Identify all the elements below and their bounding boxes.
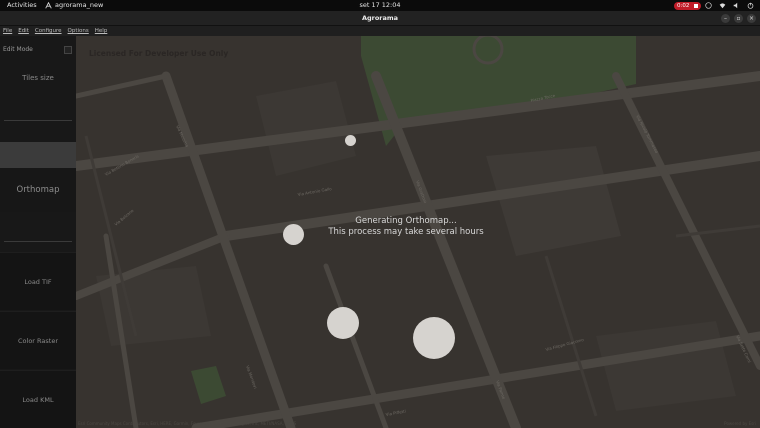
menu-help[interactable]: Help: [95, 26, 108, 36]
window-title: Agrorama: [361, 14, 399, 22]
load-kml-button[interactable]: Load KML: [0, 370, 76, 428]
loading-dot: [327, 307, 359, 339]
recording-time: 0:02: [677, 2, 690, 9]
volume-icon: [733, 2, 738, 9]
close-icon: ×: [748, 15, 755, 22]
tiles-size-label: Tiles size: [22, 74, 54, 82]
sidebar-divider: [4, 241, 72, 242]
maximize-icon: ▫: [736, 15, 741, 22]
tiles-size-selector[interactable]: [0, 142, 76, 168]
minimize-button[interactable]: –: [721, 14, 730, 23]
map-view[interactable]: Via Antonio Gallo Via Messina Piazza Toc…: [76, 36, 760, 428]
status-line-2: This process may take several hours: [328, 227, 484, 237]
loading-dot: [413, 317, 455, 359]
menu-configure[interactable]: Configure: [35, 26, 62, 36]
power-icon: [747, 2, 754, 9]
edit-mode-label: Edit Mode: [3, 46, 33, 53]
loading-dot: [345, 135, 356, 146]
menu-bar: File Edit Configure Options Help: [0, 26, 760, 36]
menu-options[interactable]: Options: [68, 26, 89, 36]
color-raster-button[interactable]: Color Raster: [0, 311, 76, 369]
screen-recording-indicator[interactable]: 0:02: [674, 1, 701, 10]
edit-mode-checkbox[interactable]: [64, 46, 72, 54]
sidebar: Edit Mode Tiles size Orthomap Load TIF C…: [0, 36, 76, 428]
menu-edit[interactable]: Edit: [18, 26, 29, 36]
system-tray[interactable]: [705, 0, 754, 11]
accessibility-icon: [705, 2, 712, 9]
maximize-button[interactable]: ▫: [734, 14, 743, 23]
clock[interactable]: set 17 12:04: [0, 0, 760, 11]
close-button[interactable]: ×: [747, 14, 756, 23]
minimize-icon: –: [724, 15, 727, 22]
status-line-1: Generating Orthomap...: [355, 216, 457, 226]
load-tif-button[interactable]: Load TIF: [0, 252, 76, 310]
powered-by[interactable]: Powered by Esri: [724, 421, 756, 426]
progress-message: Generating Orthomap... This process may …: [256, 216, 556, 238]
stop-icon: [694, 3, 698, 8]
menu-file[interactable]: File: [3, 26, 12, 36]
window-title-bar[interactable]: Agrorama – ▫ ×: [0, 11, 760, 26]
tiles-size-slider[interactable]: [4, 120, 72, 121]
system-top-bar: Activities agrorama_new set 17 12:04 0:0…: [0, 0, 760, 11]
license-watermark: Licensed For Developer Use Only: [89, 49, 229, 58]
map-attribution: Esri Community Maps Contributors, Esri, …: [78, 421, 297, 426]
orthomap-button[interactable]: Orthomap: [0, 168, 76, 212]
wifi-icon: [719, 3, 726, 9]
